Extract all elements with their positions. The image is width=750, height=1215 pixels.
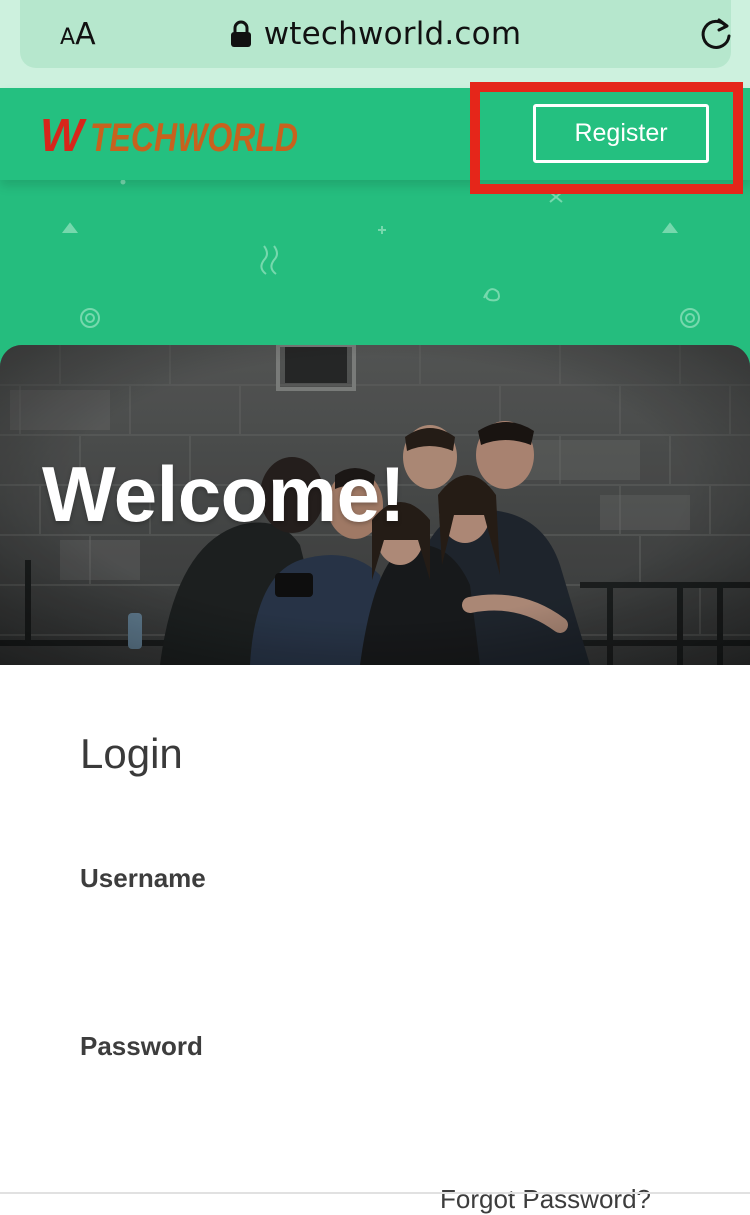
password-label: Password [80,1031,203,1061]
url-text: wtechworld.com [263,16,522,52]
forgot-password-link[interactable]: Forgot Password? [440,1184,651,1215]
lock-icon [230,20,251,47]
welcome-heading: Welcome! [42,450,406,538]
reload-icon[interactable] [698,16,734,52]
password-input[interactable] [80,1080,674,1126]
site-header: W TECHWORLD Register [0,88,750,180]
logo-w: W [40,110,87,158]
username-label: Username [80,863,206,893]
register-button[interactable]: Register [533,104,709,163]
url-display[interactable]: wtechworld.com [20,12,731,56]
username-input[interactable] [80,912,674,958]
browser-address-bar: AA wtechworld.com [0,0,750,88]
login-heading: Login [80,730,183,777]
wtechworld-logo[interactable]: W TECHWORLD [40,110,300,158]
welcome-banner: Welcome! [0,345,750,665]
url-field[interactable]: AA wtechworld.com [20,0,731,68]
logo-text: TECHWORLD [90,116,298,158]
bottom-divider [0,1192,750,1194]
